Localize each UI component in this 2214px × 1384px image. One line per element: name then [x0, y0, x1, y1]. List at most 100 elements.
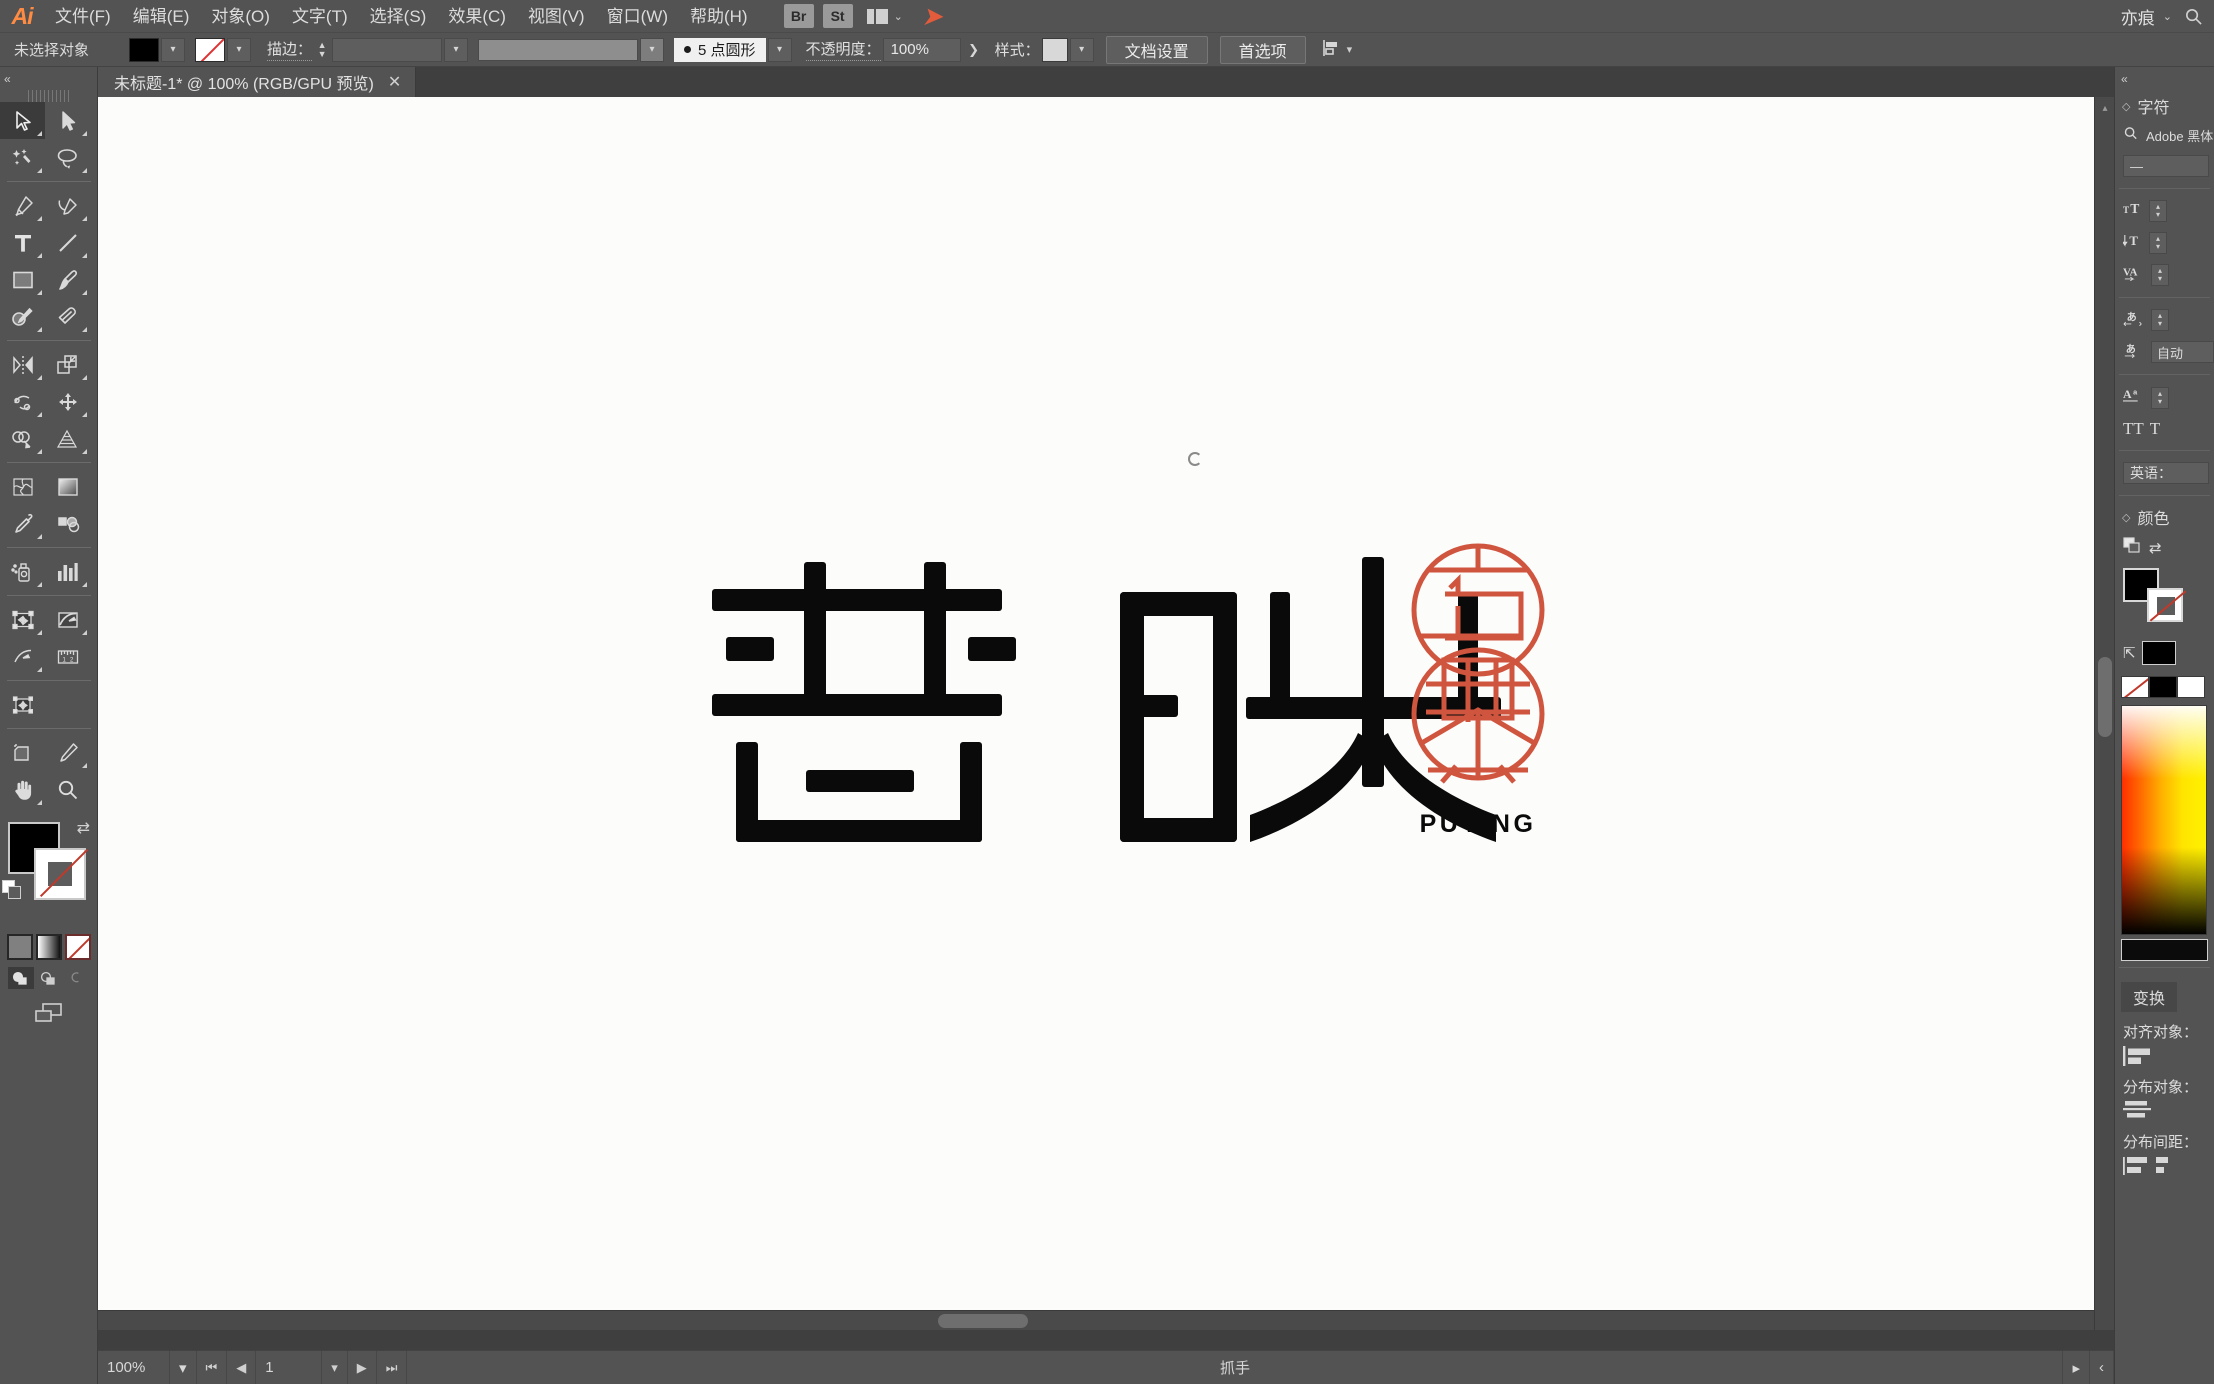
curvature-tool[interactable] — [45, 187, 90, 224]
artboard-dropdown-icon[interactable]: ▾ — [322, 1351, 348, 1384]
stroke-swatch[interactable] — [195, 38, 225, 62]
menu-edit[interactable]: 编辑(E) — [122, 0, 201, 33]
horizontal-scale-row[interactable]: あ 自动 — [2115, 336, 2214, 368]
selection-tool[interactable] — [0, 102, 45, 139]
rectangle-tool[interactable] — [0, 261, 45, 298]
language-row[interactable]: 英语： — [2115, 457, 2214, 489]
eyedropper-tool[interactable] — [0, 505, 45, 542]
baseline-shift-row[interactable]: Aa ▴▾ — [2115, 381, 2214, 414]
screen-mode-button[interactable] — [0, 1001, 97, 1025]
font-style-value[interactable]: — — [2123, 155, 2209, 177]
shape-builder-tool[interactable] — [0, 420, 45, 457]
tools-collapse-icon[interactable]: « — [4, 72, 11, 86]
artboard-tool[interactable] — [0, 601, 45, 638]
close-icon[interactable]: ✕ — [388, 72, 401, 92]
workspace-swoosh-icon[interactable]: ➤ — [920, 1, 948, 32]
gradient-mode-button[interactable] — [36, 934, 62, 960]
leading-stepper[interactable]: ▴▾ — [2149, 232, 2167, 254]
stroke-weight-input[interactable] — [332, 38, 442, 62]
scale-tool[interactable] — [45, 346, 90, 383]
rotate-tool[interactable] — [0, 346, 45, 383]
free-transform-secondary-tool[interactable] — [0, 686, 45, 723]
color-swap-icon[interactable]: ⇄ — [2149, 539, 2162, 557]
document-tab[interactable]: 未标题-1* @ 100% (RGB/GPU 预览) ✕ — [98, 67, 416, 97]
symbol-sprayer-tool[interactable] — [0, 553, 45, 590]
kerning-row[interactable]: VA ▴▾ — [2115, 259, 2214, 291]
line-segment-tool[interactable] — [45, 224, 90, 261]
style-swatch[interactable] — [1042, 38, 1068, 62]
stroke-dropdown-icon[interactable]: ▾ — [227, 38, 251, 62]
align-left-button[interactable] — [2115, 1045, 2214, 1067]
stock-button[interactable]: St — [823, 4, 853, 28]
vertical-scrollbar[interactable]: ▴ — [2094, 97, 2114, 1330]
brush-definition-control[interactable]: 5 点圆形 ▾ — [674, 38, 792, 62]
arrange-documents-button[interactable]: ⌄ — [867, 9, 903, 24]
column-graph-tool[interactable] — [45, 553, 90, 590]
gradient-tool[interactable] — [45, 468, 90, 505]
shaper-tool[interactable] — [0, 298, 45, 335]
draw-normal-button[interactable] — [8, 967, 34, 989]
brush-definition-value[interactable]: 5 点圆形 — [674, 38, 766, 62]
logo-artwork[interactable] — [668, 537, 1508, 867]
swatch-none[interactable] — [2121, 676, 2149, 698]
pencil-tool[interactable] — [45, 734, 90, 771]
first-artboard-icon[interactable]: ⏮ — [197, 1351, 228, 1384]
status-menu-icon[interactable]: ▸ — [2063, 1351, 2090, 1384]
magic-wand-tool[interactable] — [0, 139, 45, 176]
align-control[interactable]: ▾ — [1322, 39, 1353, 61]
baseline-shift-stepper[interactable]: ▴▾ — [2151, 387, 2169, 409]
tools-panel-grip[interactable] — [28, 90, 70, 102]
all-caps-icon[interactable]: TT — [2123, 419, 2144, 439]
mesh-tool[interactable] — [0, 468, 45, 505]
font-family-row[interactable]: Adobe 黑体 Std — [2115, 121, 2214, 150]
swatch-white[interactable] — [2177, 676, 2205, 698]
prev-artboard-icon[interactable]: ◀ — [227, 1351, 256, 1384]
color-mode-button[interactable] — [7, 934, 33, 960]
current-tool-label[interactable]: 抓手 — [407, 1351, 2063, 1384]
width-tool[interactable] — [0, 383, 45, 420]
slice-tool[interactable] — [45, 601, 90, 638]
small-caps-icon[interactable]: T — [2150, 419, 2160, 439]
vertical-scale-row[interactable]: あ ▴▾ — [2115, 304, 2214, 336]
document-setup-button[interactable]: 文档设置 — [1106, 36, 1208, 64]
draw-inside-button[interactable] — [64, 967, 90, 989]
scroll-up-icon[interactable]: ▴ — [2099, 103, 2111, 113]
measure-tool[interactable]: 12 — [45, 638, 90, 675]
style-dropdown-icon[interactable]: ▾ — [1070, 38, 1094, 62]
bridge-button[interactable]: Br — [784, 4, 814, 28]
puppet-warp-tool[interactable] — [0, 638, 45, 675]
next-artboard-icon[interactable]: ▶ — [348, 1351, 377, 1384]
menu-object[interactable]: 对象(O) — [200, 0, 281, 33]
free-transform-tool[interactable] — [45, 383, 90, 420]
hand-tool[interactable] — [0, 771, 45, 808]
vertical-scroll-thumb[interactable] — [2098, 657, 2112, 737]
panel-grip-icon[interactable]: ◇ — [2122, 100, 2130, 113]
fill-dropdown-icon[interactable]: ▾ — [161, 38, 185, 62]
color-panel-stroke-swatch[interactable] — [2147, 588, 2183, 622]
menu-help[interactable]: 帮助(H) — [679, 0, 759, 33]
none-mode-button[interactable] — [65, 934, 91, 960]
stroke-variable-width-control[interactable]: ▾ — [478, 38, 664, 62]
menu-view[interactable]: 视图(V) — [517, 0, 596, 33]
last-artboard-icon[interactable]: ⏭ — [377, 1351, 408, 1384]
horizontal-scale-value[interactable]: 自动 — [2151, 341, 2214, 363]
artboard-frame-tool[interactable] — [0, 734, 45, 771]
swatch-black[interactable] — [2149, 676, 2177, 698]
opacity-input[interactable]: 100% — [883, 38, 961, 62]
eraser-tool[interactable] — [45, 298, 90, 335]
blend-tool[interactable] — [45, 505, 90, 542]
search-icon[interactable] — [2178, 1, 2208, 31]
vertical-scale-stepper[interactable]: ▴▾ — [2151, 309, 2169, 331]
stroke-weight-stepper[interactable]: ▲▼ — [314, 38, 330, 62]
align-chevron-icon[interactable]: ▾ — [1347, 43, 1353, 56]
lasso-tool[interactable] — [45, 139, 90, 176]
variable-width-profile-input[interactable] — [478, 39, 638, 61]
font-style-row[interactable]: — — [2115, 150, 2214, 182]
font-size-stepper[interactable]: ▴▾ — [2149, 200, 2167, 222]
toolbar-stroke-swatch[interactable] — [34, 848, 86, 900]
color-default-icon[interactable] — [2123, 537, 2143, 559]
distribute-spacing-buttons[interactable] — [2115, 1155, 2214, 1177]
panels-collapse-icon[interactable]: « — [2115, 67, 2214, 91]
font-size-row[interactable]: TT ▴▾ — [2115, 195, 2214, 227]
opacity-expand-icon[interactable]: ❯ — [963, 38, 985, 62]
